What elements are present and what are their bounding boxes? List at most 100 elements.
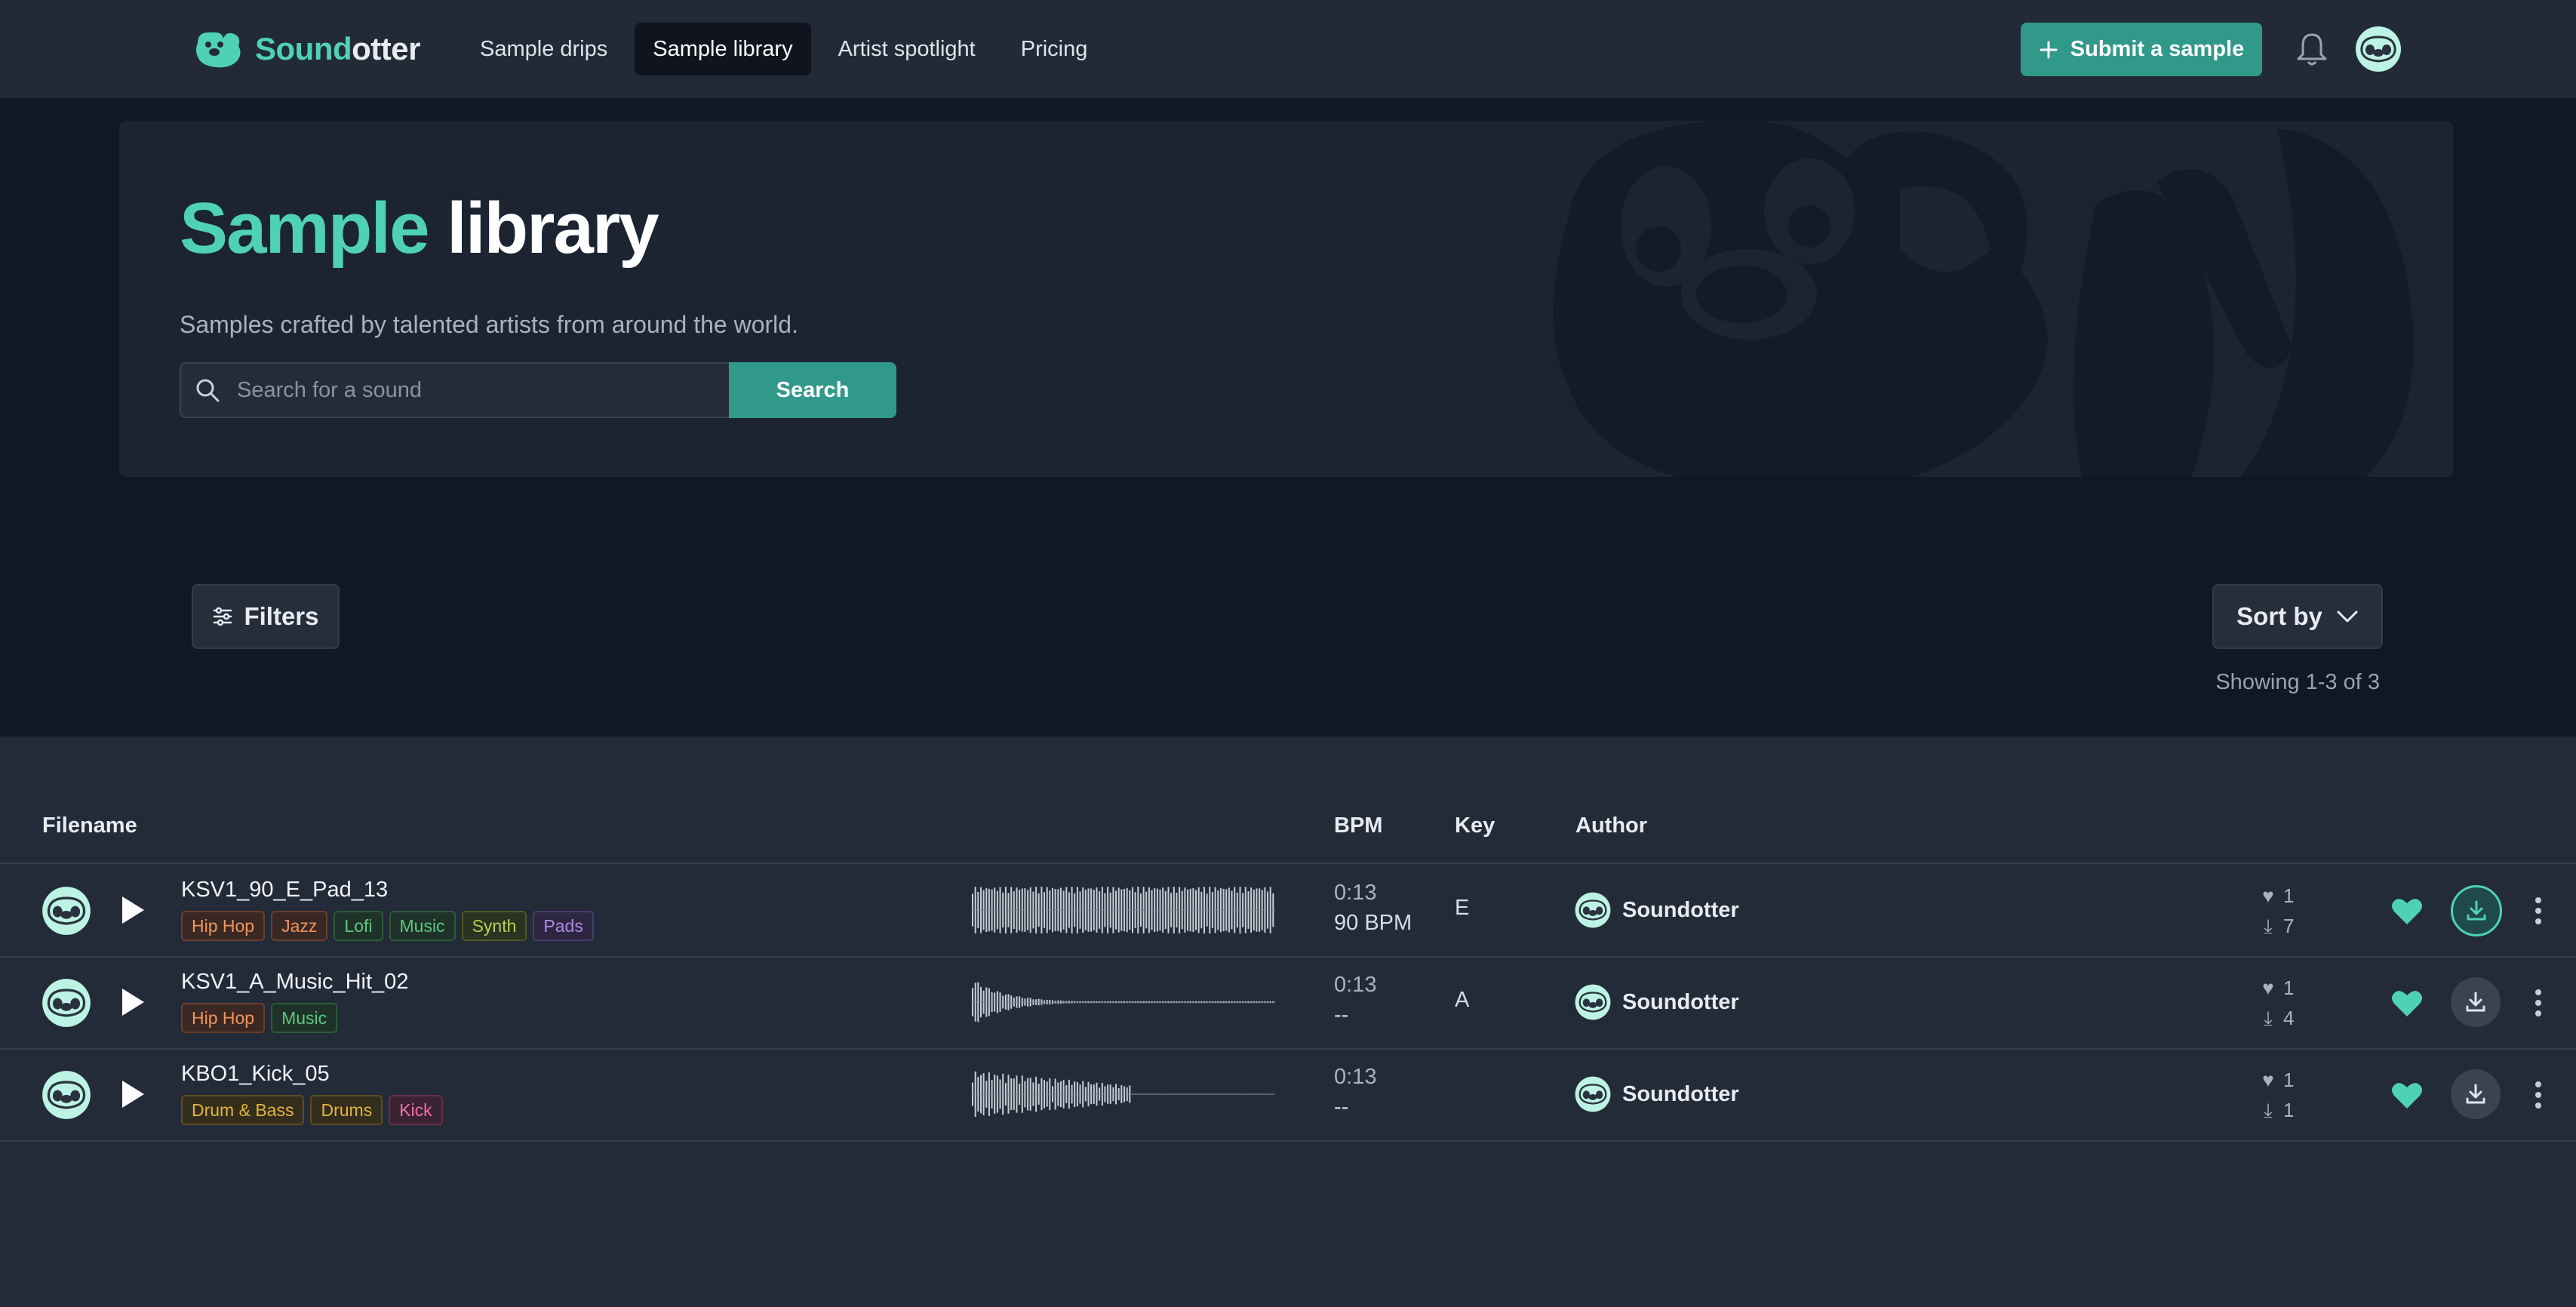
tag-badge[interactable]: Music [271,1003,338,1033]
author-avatar [1574,983,1612,1021]
more-options-icon[interactable] [2528,986,2549,1019]
tag-badge[interactable]: Hip Hop [181,911,266,941]
author-name: Soundotter [1622,989,1739,1014]
heart-icon[interactable] [2390,1080,2424,1110]
brand-name-part1: Sound [255,31,352,66]
tag-badge[interactable]: Synth [461,911,527,941]
sample-bpm: -- [1334,1003,1349,1027]
sample-duration: 0:13 [1334,1065,1377,1089]
small-heart-icon: ♥ [2262,884,2274,907]
filters-button[interactable]: Filters [192,584,340,649]
page-title-part2: library [447,188,659,269]
sample-filename[interactable]: KSV1_90_E_Pad_13 [181,878,388,903]
download-count: 1 [2283,1099,2295,1121]
tag-badge[interactable]: Pads [533,911,594,941]
tag-list: Drum & Bass Drums Kick [181,1095,443,1125]
table-row[interactable]: KBO1_Kick_05 Drum & Bass Drums Kick 0:13 -- So… [0,1048,2576,1142]
sample-key: A [1455,988,1470,1012]
page-title-part1: Sample [180,188,429,269]
play-icon[interactable] [119,1078,146,1110]
column-header-filename[interactable]: Filename [42,813,137,838]
sample-author[interactable]: Soundotter [1574,891,1739,929]
tag-badge[interactable]: Music [389,911,456,941]
small-download-icon: ⤓ [2264,1099,2273,1121]
table-row[interactable]: KSV1_A_Music_Hit_02 Hip Hop Music 0:13 -- A So… [0,956,2576,1050]
search-box [180,362,730,418]
like-count: 1 [2283,976,2295,999]
sort-by-dropdown[interactable]: Sort by [2212,584,2383,649]
tag-badge[interactable]: Hip Hop [181,1003,266,1033]
column-header-key[interactable]: Key [1455,813,1495,838]
sample-avatar [41,885,92,936]
heart-icon[interactable] [2390,896,2424,926]
brand-logo[interactable]: Soundotter [193,26,420,72]
filters-label: Filters [244,602,319,630]
heart-icon[interactable] [2390,988,2424,1018]
tag-badge[interactable]: Drums [310,1095,383,1125]
plus-icon [2040,41,2058,58]
nav-item-sample-library[interactable]: Sample library [635,23,811,75]
author-name: Soundotter [1622,1081,1739,1106]
page-title: Sample library [180,187,659,270]
waveform[interactable] [972,1069,1275,1119]
user-avatar[interactable] [2354,25,2402,73]
like-count: 1 [2283,884,2295,907]
search-button[interactable]: Search [729,362,896,418]
column-header-author[interactable]: Author [1575,813,1647,838]
tag-badge[interactable]: Lofi [334,911,383,941]
bell-icon[interactable] [2294,30,2330,68]
author-name: Soundotter [1622,897,1739,922]
sample-filename[interactable]: KSV1_A_Music_Hit_02 [181,970,408,995]
tag-badge[interactable]: Kick [389,1095,443,1125]
tag-list: Hip Hop Music [181,1003,338,1033]
page-subtitle: Samples crafted by talented artists from… [180,311,798,338]
table-row[interactable]: KSV1_90_E_Pad_13 Hip Hop Jazz Lofi Music Synt… [0,864,2576,958]
sliders-icon [214,607,232,626]
otter-illustration-icon [1553,121,2414,477]
like-count: 1 [2283,1069,2295,1091]
sample-stats: ♥ 1 ⤓ 7 [2258,881,2294,941]
small-download-icon: ⤓ [2264,1007,2273,1029]
sample-key: E [1455,896,1470,920]
hero-section: Sample library Samples crafted by talent… [0,98,2576,737]
download-button[interactable] [2451,1069,2501,1119]
author-avatar [1574,891,1612,929]
hero-banner: Sample library Samples crafted by talent… [119,121,2454,477]
download-icon [2466,992,2485,1012]
tag-badge[interactable]: Drum & Bass [181,1095,305,1125]
download-icon [2467,900,2486,921]
download-button[interactable] [2451,977,2501,1027]
otter-logo-icon [196,32,241,68]
play-icon[interactable] [119,894,146,926]
sample-bpm: -- [1334,1095,1349,1119]
nav-item-sample-drips[interactable]: Sample drips [462,23,626,75]
submit-sample-label: Submit a sample [2070,37,2245,61]
nav-item-pricing[interactable]: Pricing [1003,23,1106,75]
download-icon [2466,1084,2485,1104]
sample-avatar [41,1069,92,1121]
sample-author[interactable]: Soundotter [1574,983,1739,1021]
more-options-icon[interactable] [2528,1078,2549,1112]
column-header-bpm[interactable]: BPM [1334,813,1382,838]
more-options-icon[interactable] [2528,894,2549,927]
sort-by-label: Sort by [2236,602,2322,630]
results-count: Showing 1-3 of 3 [2215,670,2380,694]
download-button[interactable] [2451,885,2502,936]
nav-item-artist-spotlight[interactable]: Artist spotlight [820,23,994,75]
chevron-down-icon [2337,610,2358,623]
search-input[interactable] [235,377,691,404]
tag-badge[interactable]: Jazz [271,911,328,941]
submit-sample-button[interactable]: Submit a sample [2021,23,2262,76]
waveform[interactable] [972,977,1275,1027]
sample-stats: ♥ 1 ⤓ 4 [2258,973,2294,1033]
sample-author[interactable]: Soundotter [1574,1075,1739,1113]
brand-name-part2: otter [352,31,420,66]
main-nav: Sample drips Sample library Artist spotl… [462,23,1105,75]
play-icon[interactable] [119,986,146,1018]
download-count: 4 [2283,1007,2295,1029]
sample-duration: 0:13 [1334,973,1377,997]
sample-filename[interactable]: KBO1_Kick_05 [181,1062,330,1087]
author-avatar [1574,1075,1612,1113]
tag-list: Hip Hop Jazz Lofi Music Synth Pads [181,911,594,941]
waveform[interactable] [972,885,1275,935]
